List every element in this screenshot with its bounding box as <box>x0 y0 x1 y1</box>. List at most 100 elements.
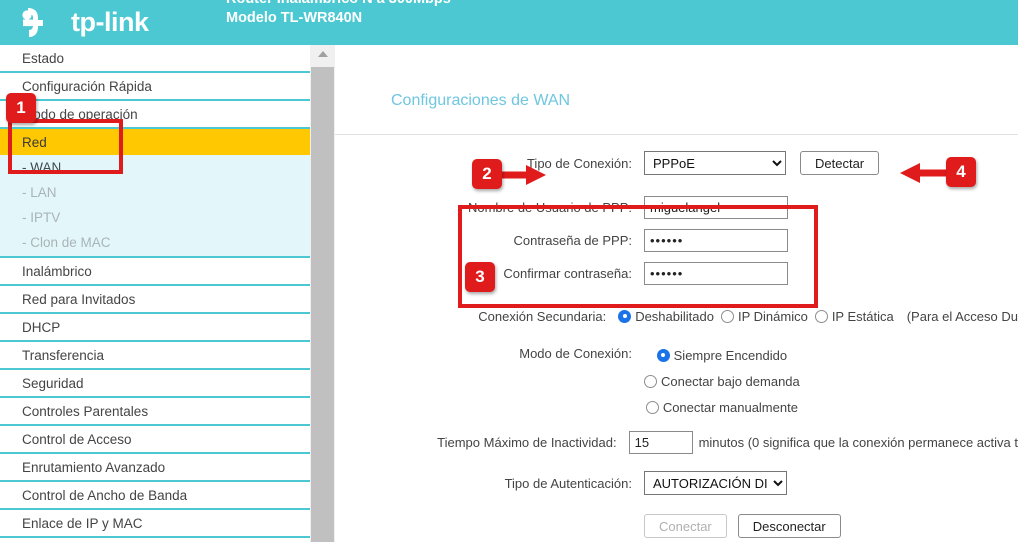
sidebar-item-inalambrico[interactable]: Inalámbrico <box>0 258 310 284</box>
connection-mode-option-always-on[interactable]: Siempre Encendido <box>657 342 787 368</box>
radio-label: Siempre Encendido <box>674 348 787 363</box>
radio-indicator <box>657 349 670 362</box>
connection-type-select[interactable]: PPPoE <box>644 151 786 175</box>
ppp-username-row: Nombre de Usuario de PPP: <box>335 193 1018 221</box>
ppp-confirm-password-row: Confirmar contraseña: <box>335 259 1018 287</box>
product-line-text: Router Inalámbrico N a 300Mbps <box>226 0 451 9</box>
idle-timeout-input[interactable] <box>629 431 693 454</box>
brand-name: tp-link <box>71 9 149 36</box>
sidebar-nav: Estado Configuración Rápida Modo de oper… <box>0 45 310 542</box>
title-divider <box>335 134 1018 135</box>
sidebar-item-label: DHCP <box>22 320 60 335</box>
ppp-username-label: Nombre de Usuario de PPP: <box>335 200 644 215</box>
sidebar-item-control-de-ancho-de-banda[interactable]: Control de Ancho de Banda <box>0 482 310 508</box>
radio-indicator <box>721 310 734 323</box>
sidebar-item-wan[interactable]: - WAN <box>0 155 310 180</box>
sidebar-item-label: Modo de operación <box>22 107 138 122</box>
annotation-arrow-left-4 <box>896 161 946 185</box>
radio-label: Conectar manualmente <box>663 400 798 415</box>
header-product-info: Router Inalámbrico N a 300Mbps Modelo TL… <box>226 0 451 28</box>
sidebar-item-label: Inalámbrico <box>22 264 92 279</box>
ppp-password-input[interactable] <box>644 229 788 252</box>
brand-logo[interactable]: tp-link <box>22 0 149 45</box>
sidebar-item-enlace-de-ip-y-mac[interactable]: Enlace de IP y MAC <box>0 510 310 536</box>
sidebar-item-seguridad[interactable]: Seguridad <box>0 370 310 396</box>
scrollbar-up-button[interactable] <box>310 45 335 62</box>
idle-timeout-label: Tiempo Máximo de Inactividad: <box>335 435 629 450</box>
sidebar-item-label: Estado <box>22 51 64 66</box>
sidebar-item-lan[interactable]: - LAN <box>0 180 310 205</box>
radio-indicator <box>644 375 657 388</box>
sidebar-item-dns-dinamico[interactable]: DNS Dinámico <box>0 538 310 542</box>
chevron-up-icon <box>318 51 328 57</box>
detect-button[interactable]: Detectar <box>800 151 879 175</box>
sidebar-item-label: Seguridad <box>22 376 84 391</box>
main-content: Configuraciones de WAN Tipo de Conexión:… <box>335 45 1018 542</box>
sidebar-item-label: Red <box>22 135 47 150</box>
connection-mode-label: Modo de Conexión: <box>335 342 644 361</box>
sidebar-scrollbar[interactable] <box>310 45 335 542</box>
ppp-password-label: Contraseña de PPP: <box>335 233 644 248</box>
sidebar-item-configuracion-rapida[interactable]: Configuración Rápida <box>0 73 310 99</box>
sidebar-item-label: - WAN <box>22 160 61 175</box>
sidebar-item-iptv[interactable]: - IPTV <box>0 205 310 230</box>
secondary-connection-option-static-ip[interactable]: IP Estática <box>815 309 894 324</box>
sidebar-item-red-para-invitados[interactable]: Red para Invitados <box>0 286 310 312</box>
model-text: Modelo TL-WR840N <box>226 9 451 28</box>
router-admin-screen: tp-link Router Inalámbrico N a 300Mbps M… <box>0 0 1018 542</box>
sidebar-item-dhcp[interactable]: DHCP <box>0 314 310 340</box>
auth-type-row: Tipo de Autenticación: AUTORIZACIÓN DI <box>335 469 1018 497</box>
sidebar-item-enrutamiento-avanzado[interactable]: Enrutamiento Avanzado <box>0 454 310 480</box>
annotation-badge-2: 2 <box>472 159 502 189</box>
idle-timeout-hint: minutos (0 significa que la conexión per… <box>699 435 1018 450</box>
connection-mode-option-on-demand[interactable]: Conectar bajo demanda <box>644 368 800 394</box>
sidebar-item-label: Configuración Rápida <box>22 79 152 94</box>
radio-label: IP Dinámico <box>738 309 808 324</box>
auth-type-select[interactable]: AUTORIZACIÓN DI <box>644 471 787 495</box>
annotation-badge-1: 1 <box>6 93 36 123</box>
sidebar-item-clon-de-mac[interactable]: - Clon de MAC <box>0 230 310 255</box>
sidebar-item-controles-parentales[interactable]: Controles Parentales <box>0 398 310 424</box>
sidebar-item-label: Red para Invitados <box>22 292 135 307</box>
connection-mode-row: Modo de Conexión: Siempre Encendido Cone… <box>335 342 1018 420</box>
annotation-badge-3: 3 <box>465 262 495 292</box>
secondary-connection-option-disabled[interactable]: Deshabilitado <box>618 309 714 324</box>
sidebar-item-label: Enlace de IP y MAC <box>22 516 143 531</box>
ppp-confirm-password-input[interactable] <box>644 262 788 285</box>
sidebar-item-transferencia[interactable]: Transferencia <box>0 342 310 368</box>
disconnect-button[interactable]: Desconectar <box>738 514 841 538</box>
secondary-connection-option-dynamic-ip[interactable]: IP Dinámico <box>721 309 808 324</box>
sidebar-item-red[interactable]: Red <box>0 129 310 155</box>
sidebar-item-label: Transferencia <box>22 348 104 363</box>
secondary-connection-label: Conexión Secundaria: <box>335 309 618 324</box>
ppp-password-row: Contraseña de PPP: <box>335 226 1018 254</box>
sidebar-item-label: - Clon de MAC <box>22 235 111 250</box>
sidebar-item-modo-de-operacion[interactable]: Modo de operación <box>0 101 310 127</box>
actions-row: Conectar Desconectar <box>335 512 1018 540</box>
sidebar-item-label: - LAN <box>22 185 57 200</box>
sidebar-item-control-de-acceso[interactable]: Control de Acceso <box>0 426 310 452</box>
sidebar-item-estado[interactable]: Estado <box>0 45 310 71</box>
tp-link-logo-icon <box>22 6 64 40</box>
annotation-badge-4: 4 <box>946 157 976 187</box>
connect-button[interactable]: Conectar <box>644 514 727 538</box>
idle-timeout-row: Tiempo Máximo de Inactividad: minutos (0… <box>335 428 1018 456</box>
page-header: tp-link Router Inalámbrico N a 300Mbps M… <box>0 0 1018 45</box>
sidebar-submenu-red: - WAN - LAN - IPTV - Clon de MAC <box>0 155 310 256</box>
connection-mode-option-manual[interactable]: Conectar manualmente <box>646 394 798 420</box>
radio-indicator <box>646 401 659 414</box>
sidebar-item-label: Enrutamiento Avanzado <box>22 460 165 475</box>
radio-indicator <box>815 310 828 323</box>
sidebar-item-label: Controles Parentales <box>22 404 148 419</box>
scrollbar-thumb[interactable] <box>311 67 334 542</box>
ppp-username-input[interactable] <box>644 196 788 219</box>
sidebar-item-label: - IPTV <box>22 210 60 225</box>
secondary-connection-row: Conexión Secundaria: Deshabilitado IP Di… <box>335 302 1018 330</box>
wan-settings-form: Tipo de Conexión: PPPoE Detectar Nombre … <box>335 145 1018 540</box>
radio-label: Deshabilitado <box>635 309 714 324</box>
auth-type-label: Tipo de Autenticación: <box>335 476 644 491</box>
sidebar-item-label: Control de Ancho de Banda <box>22 488 187 503</box>
page-title: Configuraciones de WAN <box>391 92 570 110</box>
radio-label: Conectar bajo demanda <box>661 374 800 389</box>
secondary-connection-hint: (Para el Acceso Du <box>907 309 1018 324</box>
